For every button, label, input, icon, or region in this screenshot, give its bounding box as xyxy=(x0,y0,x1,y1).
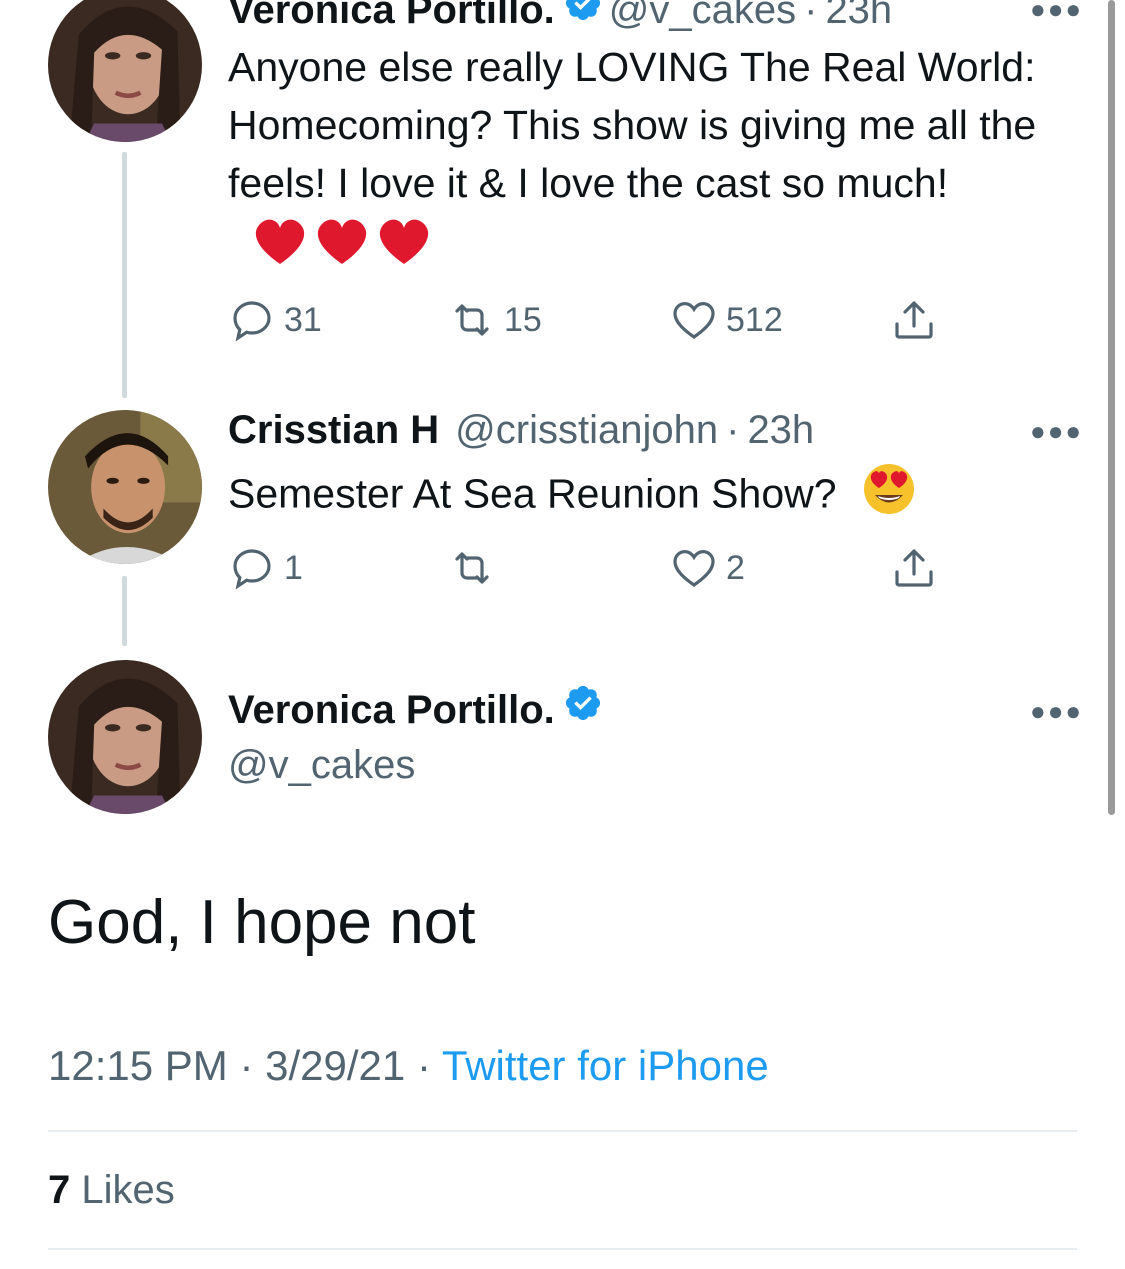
main-tweet-meta: 12:15 PM · 3/29/21 · Twitter for iPhone xyxy=(48,1038,769,1094)
red-heart-emoji-group xyxy=(250,212,450,283)
avatar-veronica-main[interactable] xyxy=(48,660,202,814)
tweet1-handle[interactable]: @v_cakes xyxy=(609,0,796,32)
likes-count: 7 xyxy=(48,1168,71,1212)
tweet2-text: Semester At Sea Reunion Show? xyxy=(228,470,837,517)
main-tweet-date[interactable]: 3/29/21 xyxy=(265,1042,405,1089)
tweet1-text-block: Anyone else really LOVING The Real World… xyxy=(228,38,1048,283)
like-count: 2 xyxy=(726,548,745,587)
more-icon[interactable]: ●●● xyxy=(1030,696,1083,727)
tweet2-separator: · xyxy=(726,408,740,452)
thread-line xyxy=(122,152,127,398)
likes-summary[interactable]: 7 Likes xyxy=(48,1165,175,1215)
more-icon[interactable]: ●●● xyxy=(1030,416,1083,447)
avatar-photo-veronica xyxy=(48,660,202,814)
divider xyxy=(48,1130,1077,1132)
reply-button[interactable]: 1 xyxy=(228,544,303,592)
tweet1-time[interactable]: 23h xyxy=(825,0,892,32)
tweet1-display-name[interactable]: Veronica Portillo. xyxy=(228,0,555,32)
main-tweet-name-row: Veronica Portillo. xyxy=(228,683,609,738)
like-count: 512 xyxy=(726,300,783,339)
tweet2-header: Crisstian H @crisstianjohn · 23h xyxy=(228,406,814,454)
tweet2-display-name[interactable]: Crisstian H xyxy=(228,408,439,452)
reply-icon xyxy=(233,549,271,590)
retweet-icon xyxy=(455,552,489,584)
avatar-photo-crisstian xyxy=(48,410,202,564)
heart-eyes-emoji xyxy=(862,462,916,531)
divider xyxy=(48,1248,1077,1250)
likes-label: Likes xyxy=(81,1168,175,1212)
tweet2-time[interactable]: 23h xyxy=(747,408,814,452)
meta-separator: · xyxy=(239,1042,254,1089)
avatar-crisstian[interactable] xyxy=(48,410,202,564)
retweet-button[interactable] xyxy=(448,544,496,592)
verified-badge-icon xyxy=(563,683,603,734)
share-button[interactable] xyxy=(890,296,938,344)
tweet1-separator: · xyxy=(804,0,818,32)
reply-icon xyxy=(233,301,271,342)
reply-count: 1 xyxy=(284,548,303,587)
main-tweet-handle-row: @v_cakes xyxy=(228,741,415,789)
retweet-icon xyxy=(455,304,489,336)
thread-line xyxy=(122,576,127,646)
like-button[interactable]: 2 xyxy=(670,544,745,592)
reply-button[interactable]: 31 xyxy=(228,296,322,344)
retweet-count: 15 xyxy=(504,300,542,339)
share-button[interactable] xyxy=(890,544,938,592)
meta-separator: · xyxy=(416,1042,431,1089)
main-tweet-source-link[interactable]: Twitter for iPhone xyxy=(442,1042,769,1089)
avatar-veronica[interactable] xyxy=(48,0,202,142)
reply-count: 31 xyxy=(284,300,322,339)
main-tweet-display-name[interactable]: Veronica Portillo. xyxy=(228,688,555,732)
tweet1-text: Anyone else really LOVING The Real World… xyxy=(228,44,1037,206)
scrollbar[interactable] xyxy=(1108,0,1115,815)
tweet2-text-block: Semester At Sea Reunion Show? xyxy=(228,462,1048,531)
red-heart-emoji xyxy=(255,219,429,264)
like-button[interactable]: 512 xyxy=(670,296,783,344)
like-icon xyxy=(673,301,715,339)
main-tweet-text: God, I hope not xyxy=(48,888,476,957)
verified-badge-icon xyxy=(563,0,603,34)
share-icon xyxy=(895,549,933,587)
main-tweet-handle[interactable]: @v_cakes xyxy=(228,743,415,787)
avatar-photo-veronica xyxy=(48,0,202,142)
tweet1-header: Veronica Portillo. @v_cakes · 23h xyxy=(228,0,892,38)
main-tweet-time[interactable]: 12:15 PM xyxy=(48,1042,228,1089)
like-icon xyxy=(673,549,715,587)
more-icon[interactable]: ●●● xyxy=(1030,0,1083,25)
retweet-button[interactable]: 15 xyxy=(448,296,542,344)
share-icon xyxy=(895,301,933,339)
tweet2-handle[interactable]: @crisstianjohn xyxy=(455,408,718,452)
